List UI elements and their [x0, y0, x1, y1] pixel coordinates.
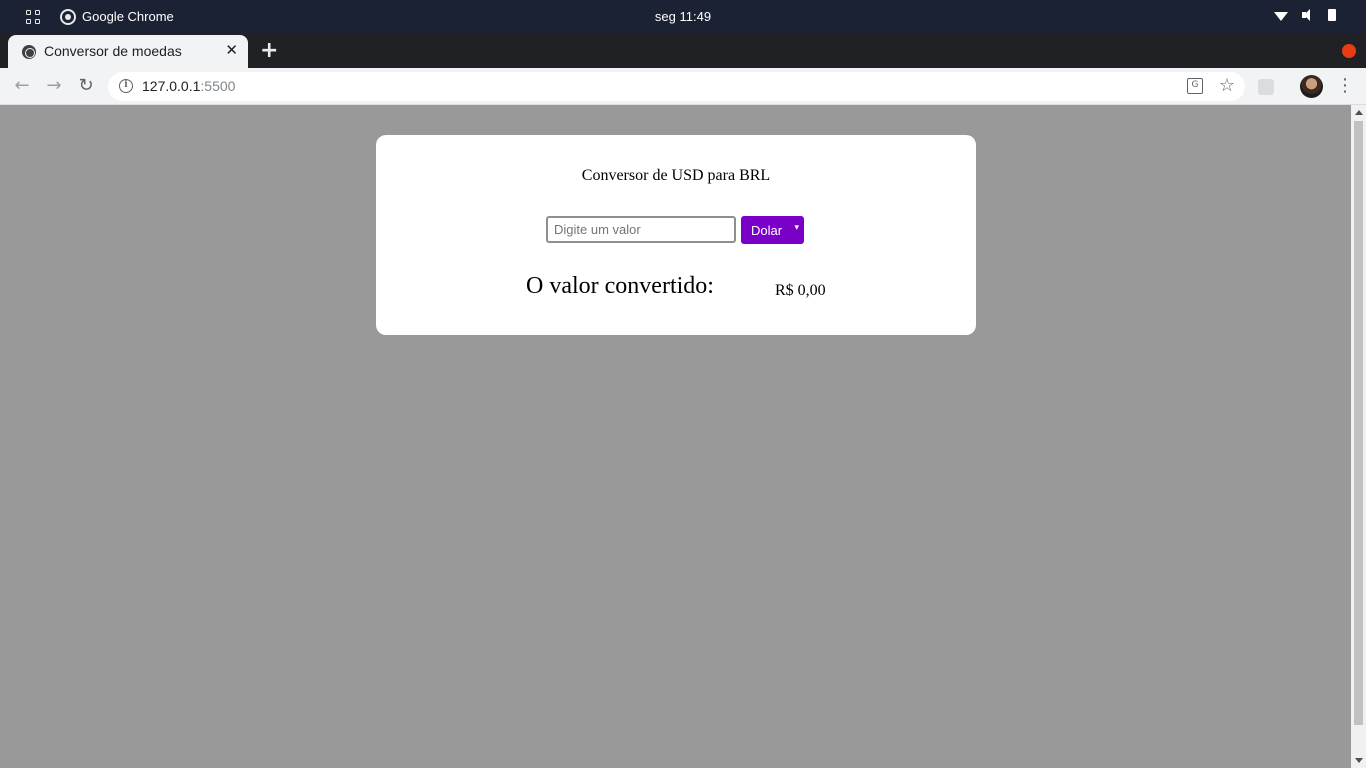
amount-input[interactable] — [546, 216, 736, 243]
chrome-menu-icon[interactable]: ⋮ — [1336, 76, 1354, 96]
currency-select-value: Dolar — [751, 223, 783, 238]
url-text[interactable]: 127.0.0.1:5500 — [142, 78, 235, 94]
tab-conversor[interactable]: Conversor de moedas ✕ — [8, 35, 248, 68]
system-clock[interactable]: seg 11:49 — [0, 9, 1366, 24]
profile-avatar[interactable] — [1300, 75, 1323, 98]
battery-icon — [1328, 9, 1336, 21]
scroll-down-icon[interactable] — [1355, 758, 1363, 763]
chevron-down-icon: ▾ — [794, 222, 799, 232]
scrollbar-thumb[interactable] — [1354, 121, 1363, 725]
extension-icon[interactable] — [1258, 79, 1274, 95]
translate-icon[interactable]: G — [1187, 78, 1203, 94]
result-label: O valor convertido: — [526, 273, 714, 299]
site-info-icon[interactable]: i — [119, 79, 133, 93]
system-tray[interactable] — [1274, 9, 1336, 21]
tab-title: Conversor de moedas — [44, 43, 182, 59]
address-bar[interactable]: i 127.0.0.1:5500 G ☆ — [108, 72, 1245, 101]
page-title: Conversor de USD para BRL — [581, 167, 771, 184]
back-button[interactable]: ← — [11, 75, 33, 97]
scroll-up-icon[interactable] — [1355, 110, 1363, 115]
page-viewport: Conversor de USD para BRL Dolar ▾ O valo… — [0, 105, 1366, 768]
system-top-bar: Google Chrome seg 11:49 — [0, 0, 1366, 34]
close-tab-icon[interactable]: ✕ — [225, 41, 238, 59]
tab-strip: Conversor de moedas ✕ + — [0, 34, 1366, 68]
reload-button[interactable]: ↻ — [75, 75, 97, 97]
bookmark-star-icon[interactable]: ☆ — [1219, 75, 1235, 96]
converter-card: Conversor de USD para BRL Dolar ▾ O valo… — [376, 135, 976, 335]
forward-button[interactable]: → — [43, 75, 65, 97]
recording-indicator-icon — [1342, 44, 1356, 58]
new-tab-button[interactable]: + — [260, 38, 278, 64]
globe-icon — [22, 45, 36, 59]
volume-icon — [1302, 9, 1314, 21]
result-value: R$ 0,00 — [775, 282, 826, 299]
currency-select[interactable]: Dolar ▾ — [741, 216, 804, 244]
browser-toolbar: ← → ↻ i 127.0.0.1:5500 G ☆ ⋮ — [0, 68, 1366, 105]
page-scrollbar[interactable] — [1351, 105, 1366, 768]
wifi-icon — [1274, 11, 1288, 21]
